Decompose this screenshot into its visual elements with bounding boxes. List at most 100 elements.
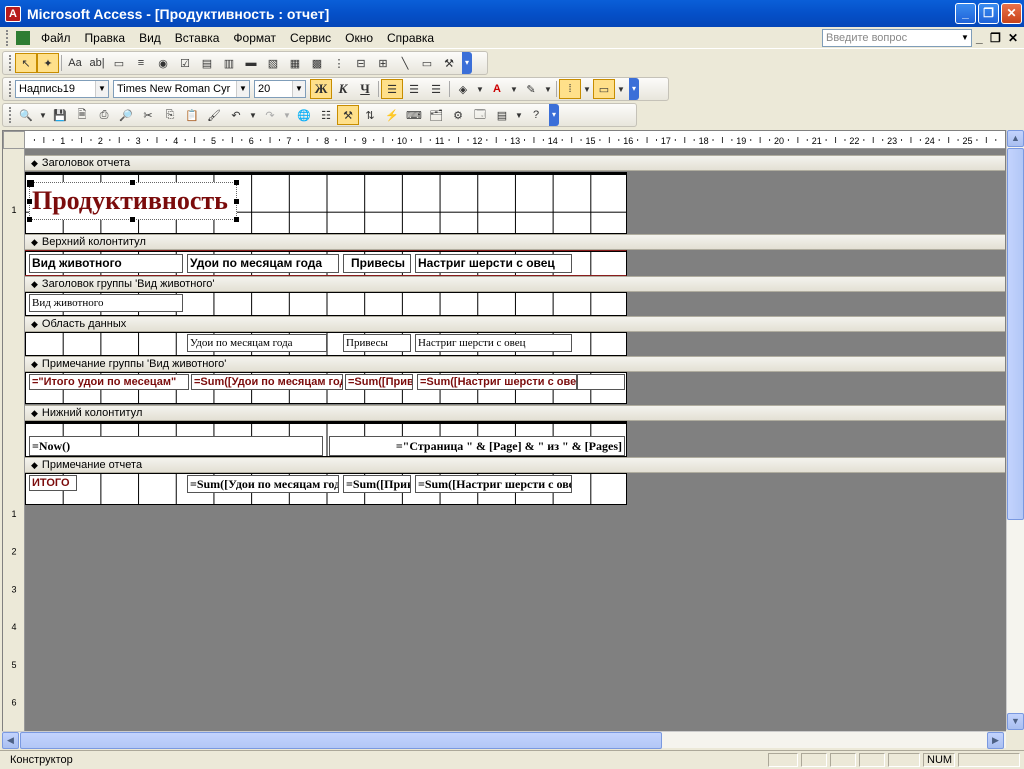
size-handle[interactable] <box>234 180 239 185</box>
section-group-footer[interactable]: ◆ Примечание группы 'Вид животного' <box>25 356 1005 372</box>
menu-window[interactable]: Окно <box>338 28 380 48</box>
save-icon[interactable]: 💾 <box>49 105 71 125</box>
view-icon[interactable]: 🔍 <box>15 105 37 125</box>
format-painter-icon[interactable]: 🖌 <box>203 105 225 125</box>
chevron-down-icon[interactable]: ▼ <box>959 30 971 46</box>
label-tool-icon[interactable]: Aa <box>64 53 86 73</box>
chevron-down-icon[interactable]: ▼ <box>37 105 49 125</box>
chevron-down-icon[interactable]: ▼ <box>581 79 593 99</box>
horizontal-ruler[interactable]: 1 2 3 4 5 6 7 8 9 10 11 12 13 14 15 16 17 18 19 20 21 22 23 24 2… <box>25 131 1006 149</box>
font-select[interactable]: Times New Roman Cyr ▼ <box>113 80 250 98</box>
size-handle[interactable] <box>130 217 135 222</box>
toolbar-options-icon[interactable]: ▾ <box>462 52 472 74</box>
help-icon[interactable]: ? <box>525 105 547 125</box>
group-footer-total-label[interactable]: ="Итого удои по месецам" <box>29 374 189 390</box>
sorting-grouping-icon[interactable]: ⇅ <box>359 105 381 125</box>
print-preview-icon[interactable]: 🔎 <box>115 105 137 125</box>
vertical-scroll-thumb[interactable] <box>1007 148 1024 520</box>
page-break-icon[interactable]: ⋮ <box>328 53 350 73</box>
report-footer-sum-weight[interactable]: =Sum([Привесы]) <box>343 475 411 493</box>
ask-question-input[interactable]: Введите вопрос ▼ <box>822 29 972 47</box>
section-page-header[interactable]: ◆ Верхний колонтитул <box>25 234 1005 250</box>
horizontal-scroll-thumb[interactable] <box>20 732 662 749</box>
menu-grip[interactable] <box>6 29 9 46</box>
italic-button[interactable]: К <box>332 79 354 99</box>
report-footer-sum-milk[interactable]: =Sum([Удои по месяцам года]) <box>187 475 339 493</box>
rectangle-tool-icon[interactable]: ▭ <box>416 53 438 73</box>
size-handle[interactable] <box>234 199 239 204</box>
access-app-icon[interactable]: A <box>5 5 21 22</box>
toolbox-icon[interactable]: ⚒ <box>337 105 359 125</box>
print-icon[interactable]: ⎙ <box>93 105 115 125</box>
section-detail[interactable]: ◆ Область данных <box>25 316 1005 332</box>
page-footer-now[interactable]: =Now() <box>29 436 323 456</box>
chevron-down-icon[interactable]: ▼ <box>474 79 486 99</box>
section-report-header[interactable]: ◆ Заголовок отчета <box>25 155 1005 171</box>
object-select[interactable]: Надпись19 ▼ <box>15 80 109 98</box>
builder-icon[interactable]: ⚙ <box>447 105 469 125</box>
section-report-footer[interactable]: ◆ Примечание отчета <box>25 457 1005 473</box>
size-handle[interactable] <box>27 199 32 204</box>
align-left-icon[interactable]: ☰ <box>381 79 403 99</box>
report-footer-total-label[interactable]: ИТОГО <box>29 475 77 491</box>
move-handle[interactable] <box>27 180 34 187</box>
command-button-icon[interactable]: ▬ <box>240 53 262 73</box>
menu-help[interactable]: Справка <box>380 28 441 48</box>
menu-insert[interactable]: Вставка <box>168 28 227 48</box>
cut-icon[interactable]: ✂ <box>137 105 159 125</box>
image-tool-icon[interactable]: ▧ <box>262 53 284 73</box>
header-label-milk[interactable]: Удои по месяцам года <box>187 254 339 273</box>
chevron-down-icon[interactable]: ▼ <box>292 81 305 97</box>
line-tool-icon[interactable]: ╲ <box>394 53 416 73</box>
menu-format[interactable]: Формат <box>226 28 283 48</box>
menu-edit[interactable]: Правка <box>78 28 133 48</box>
chevron-down-icon[interactable]: ▼ <box>236 81 249 97</box>
file-search-icon[interactable]: 🗎 <box>71 105 93 125</box>
menu-view[interactable]: Вид <box>132 28 168 48</box>
section-group-header[interactable]: ◆ Заголовок группы 'Вид животного' <box>25 276 1005 292</box>
header-label-wool[interactable]: Настриг шерсти с овец <box>415 254 572 273</box>
toolbar-grip[interactable] <box>9 55 12 71</box>
paste-icon[interactable]: 📋 <box>181 105 203 125</box>
combobox-tool-icon[interactable]: ▤ <box>196 53 218 73</box>
align-center-icon[interactable]: ☰ <box>403 79 425 99</box>
subform-icon[interactable]: ⊞ <box>372 53 394 73</box>
toolbar-options-icon[interactable]: ▾ <box>629 78 639 100</box>
chevron-down-icon[interactable]: ▼ <box>615 79 627 99</box>
page-footer-page-number[interactable]: ="Страница " & [Page] & " из " & [Pages] <box>329 436 625 456</box>
toolbar-grip[interactable] <box>9 107 12 123</box>
redo-icon[interactable]: ↷ <box>259 105 281 125</box>
line-width-icon[interactable]: ⁞ <box>559 79 581 99</box>
group-field-animal[interactable]: Вид животного <box>29 294 183 312</box>
database-window-icon[interactable] <box>16 30 30 45</box>
header-label-weight[interactable]: Привесы <box>343 254 411 273</box>
bound-frame-icon[interactable]: ▩ <box>306 53 328 73</box>
menu-tools[interactable]: Сервис <box>283 28 338 48</box>
field-list-icon[interactable]: ☷ <box>315 105 337 125</box>
bold-button[interactable]: Ж <box>310 79 332 99</box>
autoformat-icon[interactable]: ⚡ <box>381 105 403 125</box>
group-footer-sum-weight[interactable]: =Sum([Привесы]) <box>345 374 413 390</box>
hyperlink-icon[interactable]: 🌐 <box>293 105 315 125</box>
ruler-corner[interactable] <box>3 131 25 149</box>
option-group-icon[interactable]: ▭ <box>108 53 130 73</box>
toolbar-options-icon[interactable]: ▾ <box>549 104 559 126</box>
more-controls-icon[interactable]: ⚒ <box>438 53 460 73</box>
detail-field-weight[interactable]: Привесы <box>343 334 411 352</box>
horizontal-scrollbar[interactable]: ◀ ▶ <box>2 731 1006 749</box>
group-footer-sum-milk[interactable]: =Sum([Удои по месяцам года]) <box>191 374 343 390</box>
toggle-button-icon[interactable]: ≡ <box>130 53 152 73</box>
properties-icon[interactable]: 🗂 <box>425 105 447 125</box>
close-button[interactable]: ✕ <box>1001 3 1022 24</box>
align-right-icon[interactable]: ☰ <box>425 79 447 99</box>
chevron-down-icon[interactable]: ▼ <box>508 79 520 99</box>
unbound-frame-icon[interactable]: ▦ <box>284 53 306 73</box>
toolbar-grip[interactable] <box>9 81 12 97</box>
special-effect-icon[interactable]: ▭ <box>593 79 615 99</box>
scroll-right-icon[interactable]: ▶ <box>987 732 1004 749</box>
report-footer-sum-wool[interactable]: =Sum([Настриг шерсти с овец]) <box>415 475 572 493</box>
select-objects-icon[interactable]: ↖ <box>15 53 37 73</box>
chevron-down-icon[interactable]: ▼ <box>95 81 108 97</box>
section-page-footer[interactable]: ◆ Нижний колонтитул <box>25 405 1005 421</box>
control-wizards-icon[interactable]: ✦ <box>37 53 59 73</box>
